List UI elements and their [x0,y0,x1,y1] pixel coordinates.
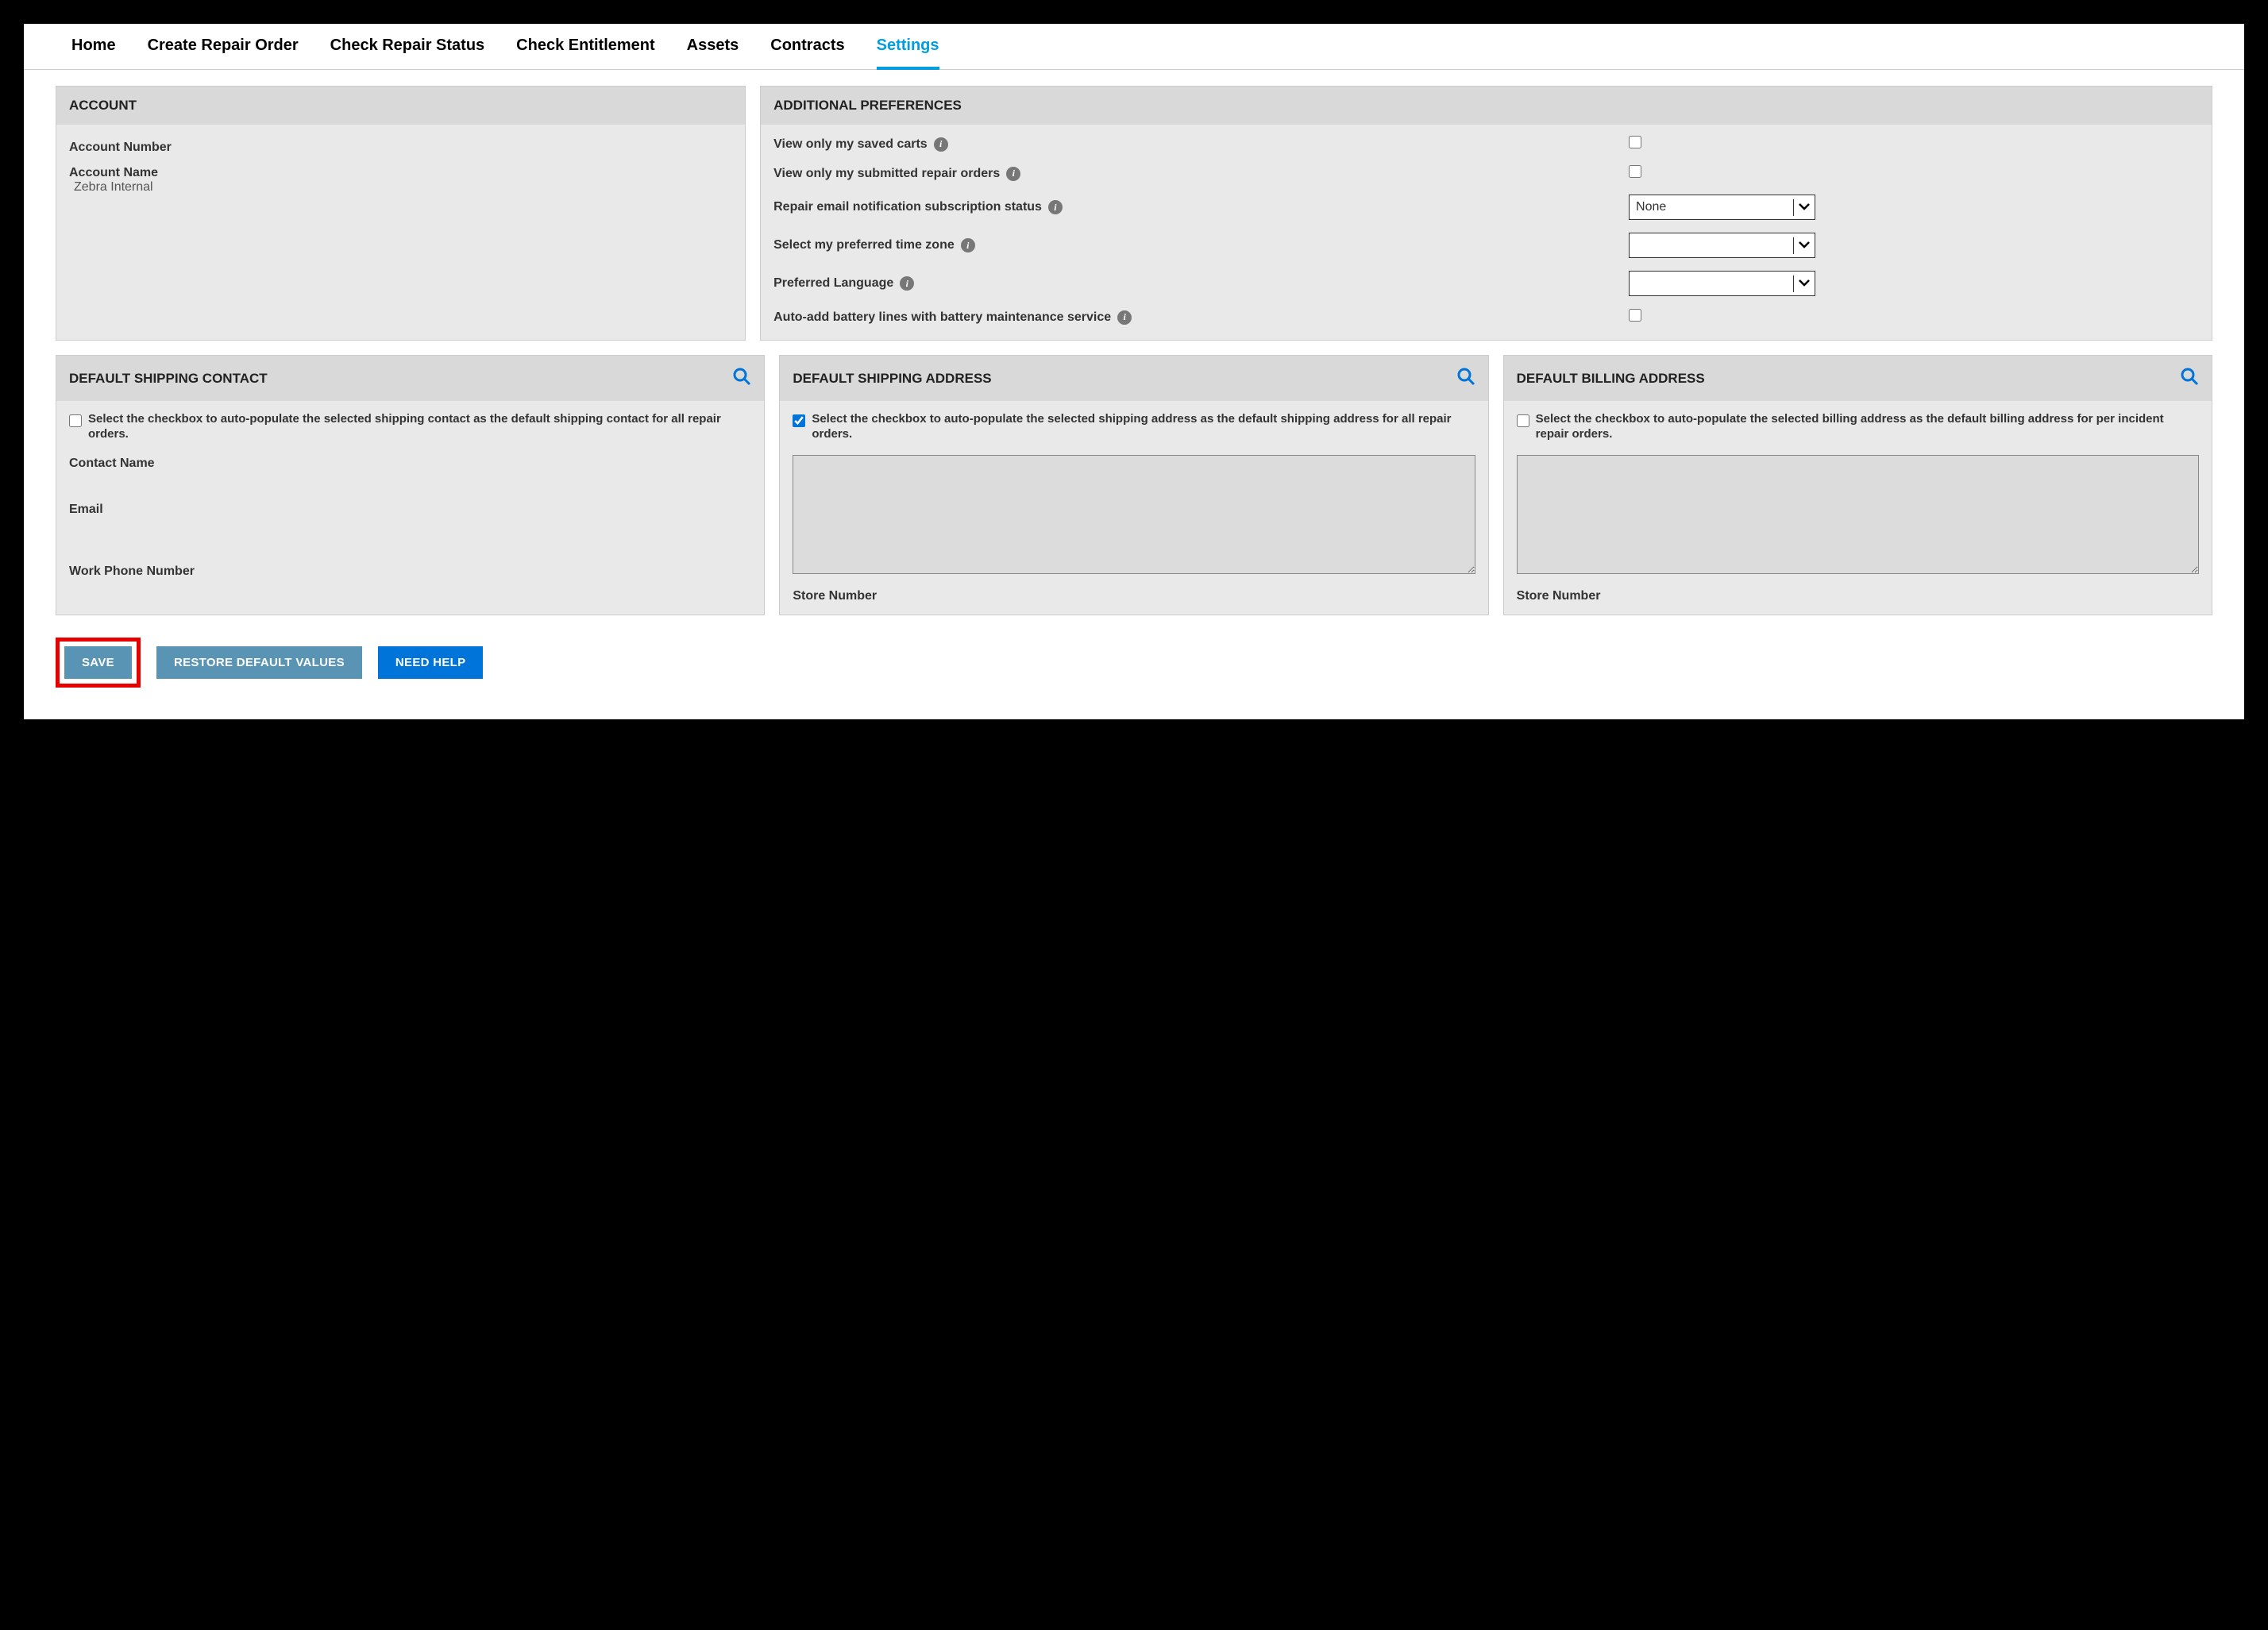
pref-saved-carts-checkbox[interactable] [1629,136,1641,148]
pref-battery-checkbox[interactable] [1629,309,1641,322]
need-help-button[interactable]: NEED HELP [378,646,484,679]
account-number-label: Account Number [69,141,732,155]
nav-assets[interactable]: Assets [687,37,739,61]
billing-address-desc: Select the checkbox to auto-populate the… [1536,412,2199,442]
info-icon[interactable]: i [961,238,975,252]
billing-address-body: Select the checkbox to auto-populate the… [1504,401,2212,615]
billing-address-auto-checkbox[interactable] [1517,414,1529,427]
chevron-down-icon [1794,200,1815,214]
search-icon[interactable] [732,367,751,390]
shipping-contact-header: DEFAULT SHIPPING CONTACT [56,356,764,401]
nav-contracts[interactable]: Contracts [770,37,844,61]
settings-page: Home Create Repair Order Check Repair St… [24,24,2244,719]
account-title: ACCOUNT [69,98,137,114]
info-icon[interactable]: i [1006,167,1020,181]
pref-language-row: Preferred Language i [773,271,2199,296]
billing-address-textarea[interactable] [1517,455,2199,574]
pref-language-label: Preferred Language [773,276,893,291]
preferences-panel: ADDITIONAL PREFERENCES View only my save… [760,86,2212,341]
contact-phone-label: Work Phone Number [69,565,751,579]
pref-email-notif-label: Repair email notification subscription s… [773,200,1042,214]
shipping-store-label: Store Number [793,589,1475,603]
preferences-title: ADDITIONAL PREFERENCES [773,98,962,114]
pref-email-notif-select[interactable]: None [1629,195,1815,220]
pref-email-notif-row: Repair email notification subscription s… [773,195,2199,220]
shipping-address-header: DEFAULT SHIPPING ADDRESS [780,356,1487,401]
pref-submitted-orders-row: View only my submitted repair orders i [773,165,2199,182]
save-highlight-box: SAVE [56,638,141,688]
account-body: Account Number Account Name Zebra Intern… [56,125,745,217]
pref-saved-carts-label: View only my saved carts [773,137,928,152]
info-icon[interactable]: i [934,137,948,152]
chevron-down-icon [1794,238,1815,252]
contact-name-label: Contact Name [69,457,751,471]
info-icon[interactable]: i [900,276,914,291]
info-icon[interactable]: i [1117,310,1132,325]
pref-saved-carts-row: View only my saved carts i [773,136,2199,152]
billing-address-panel: DEFAULT BILLING ADDRESS Select the check… [1503,355,2212,615]
nav-check-entitlement[interactable]: Check Entitlement [516,37,654,61]
pref-submitted-orders-checkbox[interactable] [1629,165,1641,178]
pref-language-select[interactable] [1629,271,1815,296]
top-row: ACCOUNT Account Number Account Name Zebr… [56,86,2212,341]
info-icon[interactable]: i [1048,200,1063,214]
main-nav: Home Create Repair Order Check Repair St… [24,24,2244,70]
pref-timezone-label: Select my preferred time zone [773,238,955,252]
pref-timezone-select[interactable] [1629,233,1815,258]
nav-settings[interactable]: Settings [877,37,939,70]
nav-check-repair-status[interactable]: Check Repair Status [330,37,485,61]
shipping-contact-panel: DEFAULT SHIPPING CONTACT Select the chec… [56,355,765,615]
content-area: ACCOUNT Account Number Account Name Zebr… [24,70,2244,623]
nav-home[interactable]: Home [71,37,116,61]
billing-address-header: DEFAULT BILLING ADDRESS [1504,356,2212,401]
preferences-header: ADDITIONAL PREFERENCES [761,87,2212,125]
save-button[interactable]: SAVE [64,646,132,679]
shipping-address-body: Select the checkbox to auto-populate the… [780,401,1487,615]
pref-submitted-orders-label: View only my submitted repair orders [773,167,1000,181]
search-icon[interactable] [2180,367,2199,390]
preferences-body: View only my saved carts i View only my … [761,125,2212,340]
billing-address-title: DEFAULT BILLING ADDRESS [1517,371,1705,387]
account-name-label: Account Name [69,166,732,180]
button-row: SAVE RESTORE DEFAULT VALUES NEED HELP [24,623,2244,696]
shipping-address-panel: DEFAULT SHIPPING ADDRESS Select the chec… [779,355,1488,615]
search-icon[interactable] [1456,367,1475,390]
pref-email-notif-value: None [1630,200,1793,214]
bottom-row: DEFAULT SHIPPING CONTACT Select the chec… [56,355,2212,615]
contact-email-label: Email [69,503,751,517]
shipping-address-desc: Select the checkbox to auto-populate the… [812,412,1475,442]
shipping-contact-desc: Select the checkbox to auto-populate the… [88,412,751,442]
chevron-down-icon [1794,276,1815,291]
pref-battery-label: Auto-add battery lines with battery main… [773,310,1111,325]
shipping-address-title: DEFAULT SHIPPING ADDRESS [793,371,991,387]
account-header: ACCOUNT [56,87,745,125]
pref-battery-row: Auto-add battery lines with battery main… [773,309,2199,326]
nav-create-repair-order[interactable]: Create Repair Order [148,37,299,61]
shipping-address-textarea[interactable] [793,455,1475,574]
shipping-contact-title: DEFAULT SHIPPING CONTACT [69,371,268,387]
shipping-contact-auto-checkbox[interactable] [69,414,82,427]
pref-timezone-row: Select my preferred time zone i [773,233,2199,258]
shipping-contact-body: Select the checkbox to auto-populate the… [56,401,764,590]
billing-store-label: Store Number [1517,589,2199,603]
account-panel: ACCOUNT Account Number Account Name Zebr… [56,86,746,341]
shipping-address-auto-checkbox[interactable] [793,414,805,427]
restore-defaults-button[interactable]: RESTORE DEFAULT VALUES [156,646,362,679]
account-name-value: Zebra Internal [74,180,732,195]
